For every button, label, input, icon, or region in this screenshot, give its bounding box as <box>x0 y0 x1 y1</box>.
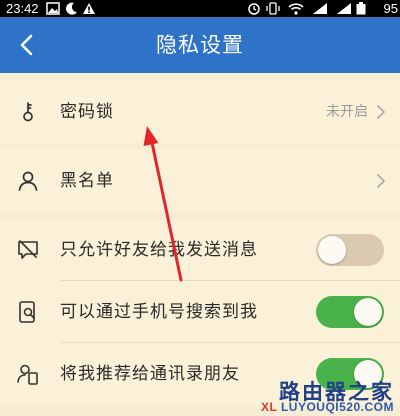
user-icon <box>18 171 38 191</box>
friends-only-label: 只允许好友给我发送消息 <box>60 240 258 260</box>
page-title: 隐私设置 <box>156 33 244 57</box>
chevron-right-icon <box>377 105 386 119</box>
password-lock-status: 未开启 <box>326 104 368 120</box>
chevron-right-icon <box>377 174 386 188</box>
toggle-knob <box>318 236 346 264</box>
password-lock-label: 密码锁 <box>60 102 114 122</box>
message-blocked-icon <box>18 240 38 259</box>
vibrate-icon <box>266 2 280 15</box>
watermark-logo: 路由器之家 XL LUYOUQI520.COM <box>228 376 396 414</box>
friends-only-toggle[interactable] <box>316 234 384 266</box>
watermark-url-prefix: XL <box>261 400 281 414</box>
row-blacklist[interactable]: 黑名单 <box>0 150 400 212</box>
blacklist-label: 黑名单 <box>60 171 114 191</box>
key-icon <box>23 102 33 122</box>
signal-icon <box>313 3 327 14</box>
app-header: 隐私设置 <box>0 17 400 73</box>
row-friends-only: 只允许好友给我发送消息 <box>0 219 400 281</box>
row-phone-search: 可以通过手机号搜索到我 <box>0 281 400 343</box>
phone-search-label: 可以通过手机号搜索到我 <box>60 302 258 322</box>
watermark-url: XL LUYOUQI520.COM <box>261 400 394 414</box>
battery-icon <box>356 2 366 15</box>
alarm-icon <box>248 3 260 15</box>
warning-icon <box>83 3 95 14</box>
watermark-url-text: LUYOUQI520.COM <box>280 400 394 414</box>
signal-icon-2 <box>337 3 351 14</box>
contact-phone-icon <box>17 364 38 385</box>
battery-level: 95 <box>383 1 398 16</box>
wifi-icon <box>288 3 304 15</box>
status-bar: 23:42 95 <box>0 0 400 17</box>
phone-search-toggle[interactable] <box>316 296 384 328</box>
row-password-lock[interactable]: 密码锁 未开启 <box>0 81 400 143</box>
phone-search-icon <box>19 301 35 323</box>
toggle-knob <box>354 298 382 326</box>
status-time: 23:42 <box>6 1 39 16</box>
recommend-contacts-label: 将我推荐给通讯录朋友 <box>60 364 240 384</box>
image-icon <box>46 2 60 15</box>
moon-icon <box>66 2 77 15</box>
